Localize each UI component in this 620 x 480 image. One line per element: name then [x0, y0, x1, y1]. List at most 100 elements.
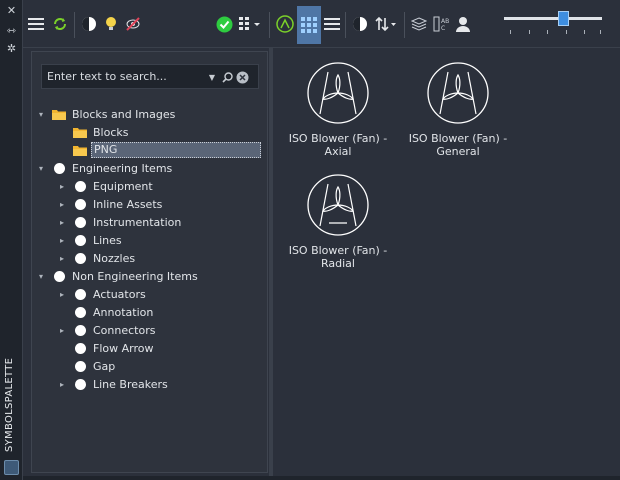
dropdown-arrow-icon[interactable]: ▼ — [205, 70, 219, 84]
tree-item-label: Connectors — [93, 323, 156, 337]
grid-view-icon[interactable] — [236, 13, 264, 35]
tree-item-label: Line Breakers — [93, 377, 168, 391]
tree-item[interactable]: ▸ Inline Assets — [57, 195, 162, 213]
no-view-icon[interactable] — [122, 13, 144, 35]
expand-arrow-icon[interactable]: ▸ — [57, 213, 67, 231]
collapse-arrow-icon[interactable]: ▾ — [36, 267, 46, 285]
dot-icon — [73, 195, 87, 213]
tree-item-label: Nozzles — [93, 251, 136, 265]
dot-icon — [73, 375, 87, 393]
expand-arrow-icon[interactable]: ▸ — [57, 249, 67, 267]
blower-radial-icon — [307, 174, 369, 236]
tree-item[interactable]: ▸ Line Breakers — [57, 375, 168, 393]
dot-icon — [52, 159, 66, 177]
dot-icon — [73, 339, 87, 357]
tree-item-label: Inline Assets — [93, 197, 163, 211]
tree-item-label: Blocks and Images — [72, 107, 176, 121]
tree-item[interactable]: Gap — [57, 357, 115, 375]
text-label-icon[interactable]: AB C — [430, 13, 452, 35]
blower-general-icon — [427, 62, 489, 124]
refresh-icon[interactable] — [49, 13, 71, 35]
menu-icon[interactable] — [25, 13, 47, 35]
collapse-arrow-icon[interactable]: ▾ — [36, 159, 46, 177]
folder-icon — [52, 105, 66, 123]
tree-item[interactable]: ▾ Blocks and Images — [36, 105, 175, 123]
symbol-tile[interactable]: ISO Blower (Fan) - General — [398, 50, 518, 160]
lightbulb-icon[interactable] — [100, 13, 122, 35]
settings-gear-icon[interactable]: ✲ — [5, 42, 18, 55]
tree-item[interactable]: Flow Arrow — [57, 339, 153, 357]
tree-item[interactable]: Blocks — [57, 123, 128, 141]
contrast-icon[interactable] — [78, 13, 100, 35]
panel-splitter[interactable] — [269, 48, 273, 476]
tree-item-label: PNG — [91, 142, 261, 158]
tree-item-label: Gap — [93, 359, 116, 373]
folder-icon — [73, 123, 87, 141]
svg-text:AB: AB — [441, 18, 449, 25]
symbol-caption: ISO Blower (Fan) - Radial — [288, 244, 388, 270]
user-icon[interactable] — [452, 13, 474, 35]
symbol-caption: ISO Blower (Fan) - General — [408, 132, 508, 158]
blower-axial-icon — [307, 62, 369, 124]
autohide-icon[interactable]: ⇿ — [5, 24, 18, 37]
tree-item-label: Blocks — [93, 125, 129, 139]
expand-arrow-icon[interactable]: ▸ — [57, 375, 67, 393]
shape-icon[interactable] — [274, 13, 296, 35]
clear-search-icon[interactable] — [235, 70, 249, 84]
dot-icon — [73, 285, 87, 303]
contrast-icon-2[interactable] — [349, 13, 371, 35]
check-icon[interactable] — [213, 13, 235, 35]
toolbar: AB C — [23, 0, 620, 48]
tree-item-label: Instrumentation — [93, 215, 182, 229]
dot-icon — [73, 177, 87, 195]
svg-text:C: C — [441, 25, 445, 32]
layers-icon[interactable] — [408, 13, 430, 35]
tree-item-label: Equipment — [93, 179, 153, 193]
dot-icon — [52, 267, 66, 285]
tree-item[interactable]: ▸ Lines — [57, 231, 122, 249]
zoom-slider[interactable] — [504, 10, 602, 38]
tree-item[interactable]: ▸ Nozzles — [57, 249, 135, 267]
search-input[interactable] — [47, 69, 205, 84]
sort-icon[interactable] — [372, 13, 400, 35]
tree-item[interactable]: ▸ Equipment — [57, 177, 153, 195]
tree-item[interactable]: ▾ Non Engineering Items — [36, 267, 198, 285]
slider-track — [504, 17, 602, 20]
symbol-grid-panel: ISO Blower (Fan) - Axial ISO Blower (Fan)… — [274, 48, 620, 476]
expand-arrow-icon[interactable]: ▸ — [57, 285, 67, 303]
app-logo-icon — [4, 460, 19, 475]
tree-item-label: Lines — [93, 233, 122, 247]
dot-icon — [73, 321, 87, 339]
tree-item-label: Actuators — [93, 287, 146, 301]
tree-item-label: Annotation — [93, 305, 154, 319]
search-icon[interactable] — [220, 70, 234, 84]
tree-item[interactable]: Annotation — [57, 303, 153, 321]
list-view-icon[interactable] — [321, 13, 343, 35]
tree-item[interactable]: ▸ Instrumentation — [57, 213, 181, 231]
palette-side-strip: ✕ ⇿ ✲ SYMBOLSPALETTE — [0, 0, 23, 480]
tree-item[interactable]: ▸ Actuators — [57, 285, 146, 303]
close-icon[interactable]: ✕ — [5, 4, 18, 17]
tree-item-label: Engineering Items — [72, 161, 173, 175]
expand-arrow-icon[interactable]: ▸ — [57, 321, 67, 339]
symbol-tile[interactable]: ISO Blower (Fan) - Axial — [278, 50, 398, 160]
expand-arrow-icon[interactable]: ▸ — [57, 195, 67, 213]
tree-item-label: Flow Arrow — [93, 341, 154, 355]
tree-item[interactable]: ▸ Connectors — [57, 321, 155, 339]
folder-icon — [73, 141, 87, 159]
collapse-arrow-icon[interactable]: ▾ — [36, 105, 46, 123]
tree-item[interactable]: PNG — [57, 141, 261, 159]
symbol-caption: ISO Blower (Fan) - Axial — [288, 132, 388, 158]
tile-view-icon[interactable] — [297, 6, 321, 44]
slider-thumb[interactable] — [558, 11, 569, 26]
expand-arrow-icon[interactable]: ▸ — [57, 177, 67, 195]
symbol-tile[interactable]: ISO Blower (Fan) - Radial — [278, 162, 398, 272]
dot-icon — [73, 231, 87, 249]
expand-arrow-icon[interactable]: ▸ — [57, 231, 67, 249]
dot-icon — [73, 303, 87, 321]
dot-icon — [73, 249, 87, 267]
tree-item[interactable]: ▾ Engineering Items — [36, 159, 172, 177]
